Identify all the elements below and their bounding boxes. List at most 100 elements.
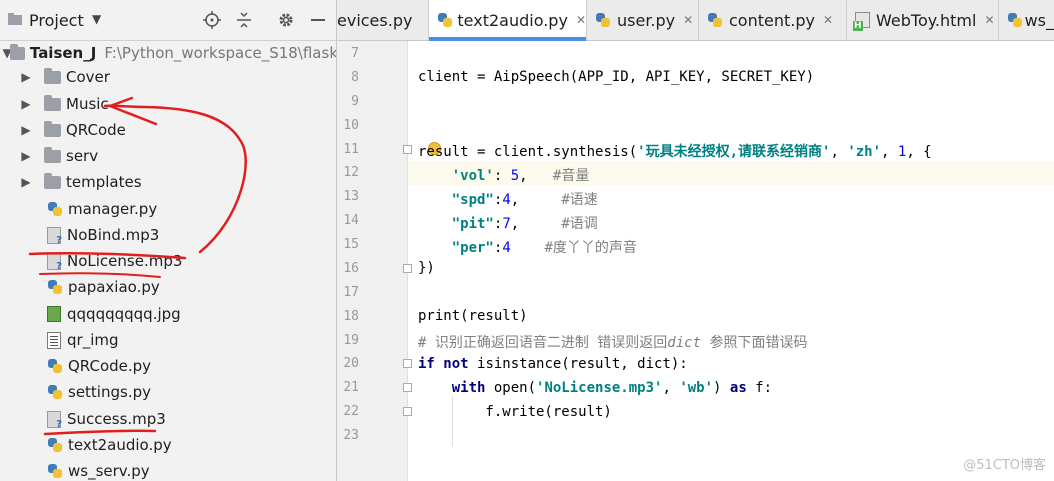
line-number: 13 xyxy=(343,189,359,204)
chevron-right-icon[interactable]: ▶ xyxy=(20,70,32,84)
tree-item-label: NoBind.mp3 xyxy=(67,226,160,244)
line-number: 7 xyxy=(351,46,359,61)
folder-icon xyxy=(44,94,61,111)
tree-item-label: qqqqqqqqq.jpg xyxy=(67,305,181,323)
tree-item-file[interactable]: QRCode.py xyxy=(0,353,336,379)
line-number: 23 xyxy=(343,428,359,443)
locate-target-icon[interactable] xyxy=(202,10,222,30)
tree-item-label: templates xyxy=(66,173,142,191)
tree-item-folder[interactable]: ▶ QRCode xyxy=(0,117,336,143)
tab-label: ws_ xyxy=(1024,10,1054,30)
code-line: }) xyxy=(418,260,435,276)
tree-item-file[interactable]: text2audio.py xyxy=(0,432,336,458)
tab-label: WebToy.html xyxy=(876,10,977,30)
python-file-icon xyxy=(47,201,63,217)
unknown-file-icon: ? xyxy=(47,252,62,272)
project-header: Project ▼ xyxy=(0,0,336,41)
close-icon[interactable]: ✕ xyxy=(576,13,586,27)
close-icon[interactable]: ✕ xyxy=(984,13,994,27)
tree-item-label: qr_img xyxy=(67,331,119,349)
chevron-right-icon[interactable]: ▶ xyxy=(20,97,32,111)
code-line: with open('NoLicense.mp3', 'wb') as f: xyxy=(451,380,773,396)
chevron-right-icon[interactable]: ▶ xyxy=(20,175,32,189)
project-panel: Project ▼ ▼ Taisen_J F:\Python_workspace… xyxy=(0,0,337,481)
tree-item-folder[interactable]: ▶ Cover xyxy=(0,64,336,90)
line-number: 11 xyxy=(343,142,359,157)
tree-item-file[interactable]: papaxiao.py xyxy=(0,274,336,300)
tree-item-file[interactable]: qqqqqqqqq.jpg xyxy=(0,301,336,327)
folder-icon xyxy=(10,43,25,60)
root-path: F:\Python_workspace_S18\flask xyxy=(104,44,337,62)
python-file-icon xyxy=(47,384,63,400)
code-line: "pit":7, #语调 xyxy=(451,216,598,232)
code-line: 'vol': 5, #音量 xyxy=(451,168,590,184)
close-icon[interactable]: ✕ xyxy=(683,13,693,27)
tree-root[interactable]: ▼ Taisen_J F:\Python_workspace_S18\flask xyxy=(0,40,337,66)
tab-label: text2audio.py xyxy=(457,10,568,30)
tree-item-file[interactable]: ws_serv.py xyxy=(0,458,336,481)
collapse-all-icon[interactable] xyxy=(234,10,254,30)
line-number: 20 xyxy=(343,356,359,371)
code-editor[interactable]: 7 8 9 10 11 12 13 14 15 16 17 18 19 20 2… xyxy=(337,41,1054,481)
gear-icon[interactable] xyxy=(276,10,296,30)
chevron-right-icon[interactable]: ▶ xyxy=(20,123,32,137)
tree-item-file[interactable]: qr_img xyxy=(0,327,336,353)
project-view-icon[interactable] xyxy=(5,10,25,30)
tree-item-folder[interactable]: ▶ serv xyxy=(0,143,336,169)
python-file-icon xyxy=(47,279,63,295)
tab-user[interactable]: user.py ✕ xyxy=(587,0,699,40)
image-file-icon xyxy=(47,306,61,322)
tree-item-label: QRCode xyxy=(66,121,126,139)
folder-icon xyxy=(44,146,61,163)
folder-icon xyxy=(44,120,61,137)
hide-panel-icon[interactable] xyxy=(308,10,328,30)
line-number-gutter: 7 8 9 10 11 12 13 14 15 16 17 18 19 20 2… xyxy=(337,41,412,481)
tree-item-file[interactable]: ? Success.mp3 xyxy=(0,406,336,432)
python-file-icon xyxy=(1007,12,1022,28)
tree-item-label: manager.py xyxy=(68,200,158,218)
tree-item-file[interactable]: manager.py xyxy=(0,196,336,222)
unknown-file-icon: ? xyxy=(47,226,62,246)
fold-marker-icon[interactable] xyxy=(403,383,412,392)
code-line: f.write(result) xyxy=(418,404,612,420)
project-title[interactable]: Project xyxy=(29,11,84,30)
folder-icon xyxy=(44,172,61,189)
line-number: 16 xyxy=(343,261,359,276)
line-number: 19 xyxy=(343,333,359,348)
chevron-down-icon[interactable]: ▼ xyxy=(92,12,101,26)
python-file-icon xyxy=(47,358,63,374)
chevron-right-icon[interactable]: ▶ xyxy=(20,149,32,163)
folder-icon xyxy=(44,67,61,84)
close-icon[interactable]: ✕ xyxy=(823,13,833,27)
tree-item-folder[interactable]: ▶ Music xyxy=(0,91,336,117)
line-number: 10 xyxy=(343,118,359,133)
tree-item-file[interactable]: settings.py xyxy=(0,379,336,405)
line-number: 21 xyxy=(343,380,359,395)
code-line: # 识别正确返回语音二进制 错误则返回dict 参照下面错误码 xyxy=(418,335,808,351)
tree-item-folder[interactable]: ▶ templates xyxy=(0,169,336,195)
tab-services[interactable]: evices.py xyxy=(337,0,429,40)
tab-label: evices.py xyxy=(337,10,413,30)
fold-marker-icon[interactable] xyxy=(403,359,412,368)
tab-label: content.py xyxy=(729,10,815,30)
tab-ws-serv[interactable]: ws_ xyxy=(999,0,1054,40)
tab-webtoy[interactable]: WebToy.html ✕ xyxy=(847,0,999,40)
tree-item-label: Music xyxy=(66,95,109,113)
code-line: print(result) xyxy=(418,308,528,324)
code-line: "spd":4, #语速 xyxy=(451,192,598,208)
tree-item-file[interactable]: ? NoLicense.mp3 xyxy=(0,248,336,274)
python-file-icon xyxy=(707,12,723,28)
tree-item-file[interactable]: ? NoBind.mp3 xyxy=(0,222,336,248)
tab-label: user.py xyxy=(617,10,676,30)
fold-marker-icon[interactable] xyxy=(403,264,412,273)
line-number: 14 xyxy=(343,213,359,228)
tree-item-label: NoLicense.mp3 xyxy=(67,252,183,270)
tab-content[interactable]: content.py ✕ xyxy=(699,0,847,40)
tab-text2audio[interactable]: text2audio.py ✕ xyxy=(429,0,587,41)
tree-item-label: Cover xyxy=(66,68,110,86)
tree-item-label: Success.mp3 xyxy=(67,410,166,428)
tree-item-label: papaxiao.py xyxy=(68,278,160,296)
line-number: 15 xyxy=(343,237,359,252)
fold-marker-icon[interactable] xyxy=(403,407,412,416)
fold-marker-icon[interactable] xyxy=(403,145,412,154)
